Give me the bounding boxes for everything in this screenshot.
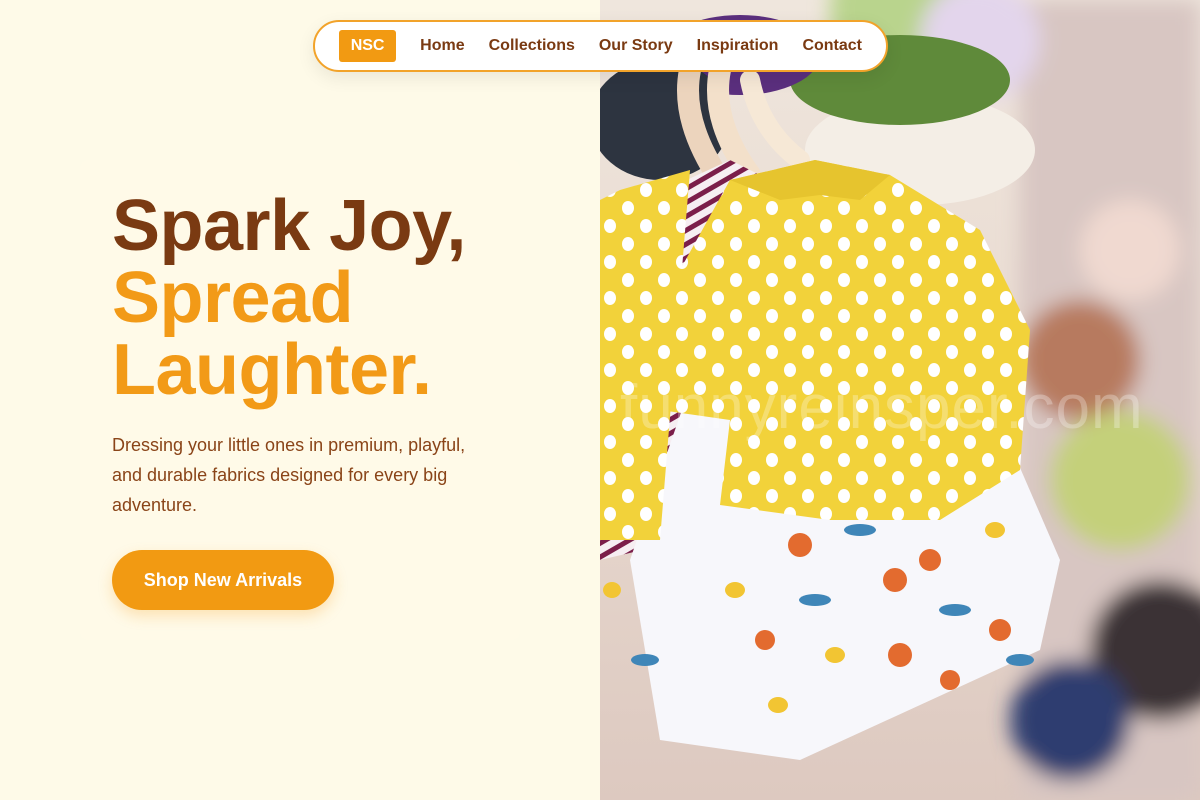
headline-line-2: Spread <box>112 258 354 338</box>
watermark-text: funnyreinsper.com <box>620 373 1144 442</box>
top-navigation: NSC Home Collections Our Story Inspirati… <box>313 20 888 72</box>
headline-line-3: Laughter. <box>112 330 432 410</box>
hero-headline: Spark Joy, Spread Laughter. <box>112 190 466 406</box>
nav-item-our-story[interactable]: Our Story <box>599 37 673 55</box>
nsc-logo[interactable]: NSC <box>339 30 397 62</box>
nav-item-contact[interactable]: Contact <box>802 37 862 55</box>
nav-item-inspiration[interactable]: Inspiration <box>697 37 779 55</box>
shop-new-arrivals-button[interactable]: Shop New Arrivals <box>112 550 334 610</box>
hero-left-panel: Spark Joy, Spread Laughter. Dressing you… <box>0 0 600 800</box>
nav-item-collections[interactable]: Collections <box>489 37 575 55</box>
headline-line-1: Spark Joy, <box>112 186 466 266</box>
hero-subtext: Dressing your little ones in premium, pl… <box>112 435 466 515</box>
nav-item-home[interactable]: Home <box>420 37 464 55</box>
